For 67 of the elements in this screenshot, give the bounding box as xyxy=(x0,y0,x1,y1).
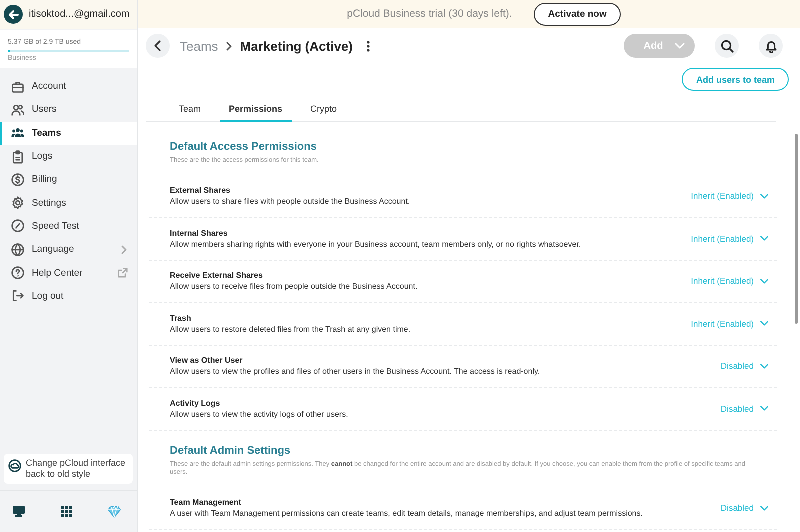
search-button[interactable] xyxy=(715,34,739,58)
permission-description: Allow members sharing rights with everyone in your Business account, team members only, or no rights whatsoever. xyxy=(170,240,582,249)
dollar-icon xyxy=(11,172,25,187)
globe-icon xyxy=(11,242,25,257)
desktop-icon[interactable] xyxy=(13,506,25,517)
logout-icon xyxy=(11,289,25,304)
clipboard-icon xyxy=(11,150,25,164)
sidebar-item[interactable]: Logs xyxy=(0,144,137,168)
search-icon xyxy=(720,40,734,52)
permission-description: Allow users to receive files from people outside the Business Account. xyxy=(170,282,419,292)
caret-icon xyxy=(760,278,769,284)
caret-icon xyxy=(760,194,769,199)
chevron-left-icon xyxy=(154,40,162,52)
switch-style-button[interactable]: Change pCloud interface back to old style xyxy=(4,454,133,484)
back-button[interactable] xyxy=(4,5,23,24)
permission-name: Internal Shares xyxy=(170,228,229,238)
caret-icon xyxy=(760,364,769,369)
gear-icon xyxy=(11,196,25,210)
briefcase-icon xyxy=(11,80,25,94)
sidebar-item[interactable]: Teams xyxy=(0,122,137,145)
trial-message: pCloud Business trial (30 days left). xyxy=(347,8,512,20)
section-heading: Default Admin Settings xyxy=(170,444,292,456)
permission-description: A user with Team Management permissions can create teams, edit team details, manage memberships, and adjust team permissions. xyxy=(170,509,644,518)
permission-name: Receive External Shares xyxy=(170,271,264,280)
back-button[interactable] xyxy=(146,34,170,58)
chevron-right-icon xyxy=(120,244,128,255)
permission-name: Trash xyxy=(170,314,192,323)
permission-name: Activity Logs xyxy=(170,398,222,408)
tab[interactable]: Crypto xyxy=(302,98,346,122)
permission-description: Allow users to share files with people outside the Business Account. xyxy=(170,197,412,206)
permission-description: Allow users to restore deleted files from the Trash at any given time. xyxy=(170,324,412,334)
activate-button[interactable]: Activate now xyxy=(534,2,621,26)
sidebar-item[interactable]: Speed Test xyxy=(0,214,137,238)
sidebar-item[interactable]: Language xyxy=(0,238,137,262)
permission-description: Allow users to view the profiles and files of other users in the Business Account. The access is read-only. xyxy=(170,367,542,376)
caret-icon xyxy=(760,506,769,511)
sidebar-item[interactable]: Account xyxy=(0,75,137,98)
arrow-left-icon xyxy=(8,8,20,20)
users-icon xyxy=(11,102,25,117)
permission-name: External Shares xyxy=(170,186,232,196)
sidebar-item[interactable]: Users xyxy=(0,98,137,122)
caret-icon xyxy=(760,236,769,242)
chevron-right-icon xyxy=(226,42,232,50)
help-icon xyxy=(11,266,25,280)
account-email: itisoktod...@gmail.com xyxy=(29,9,130,20)
team-title: Marketing (Active) xyxy=(240,38,353,54)
gauge-icon xyxy=(11,219,25,234)
caret-icon xyxy=(760,406,769,412)
permission-name: Team Management xyxy=(170,498,242,508)
team-icon xyxy=(11,126,25,140)
pcloud-cloud-icon xyxy=(8,459,22,473)
external-link-icon xyxy=(118,268,128,278)
permission-description: Allow users to view the activity logs of other users. xyxy=(170,410,350,419)
permission-name: View as Other User xyxy=(170,356,244,366)
tab[interactable]: Team xyxy=(170,98,210,122)
tab[interactable]: Permissions xyxy=(220,98,292,122)
caret-icon xyxy=(760,321,769,326)
section-heading: Default Access Permissions xyxy=(170,141,318,153)
sidebar-item[interactable]: Help Center xyxy=(0,261,137,285)
sidebar-item[interactable]: Log out xyxy=(0,284,137,308)
apps-grid-icon[interactable] xyxy=(61,506,72,517)
sidebar-item[interactable]: Settings xyxy=(0,191,137,215)
notifications-button[interactable] xyxy=(759,34,783,58)
caret-icon xyxy=(675,43,686,49)
bell-icon xyxy=(764,40,778,52)
diamond-icon[interactable] xyxy=(108,506,121,518)
sidebar-item[interactable]: Billing xyxy=(0,168,137,192)
